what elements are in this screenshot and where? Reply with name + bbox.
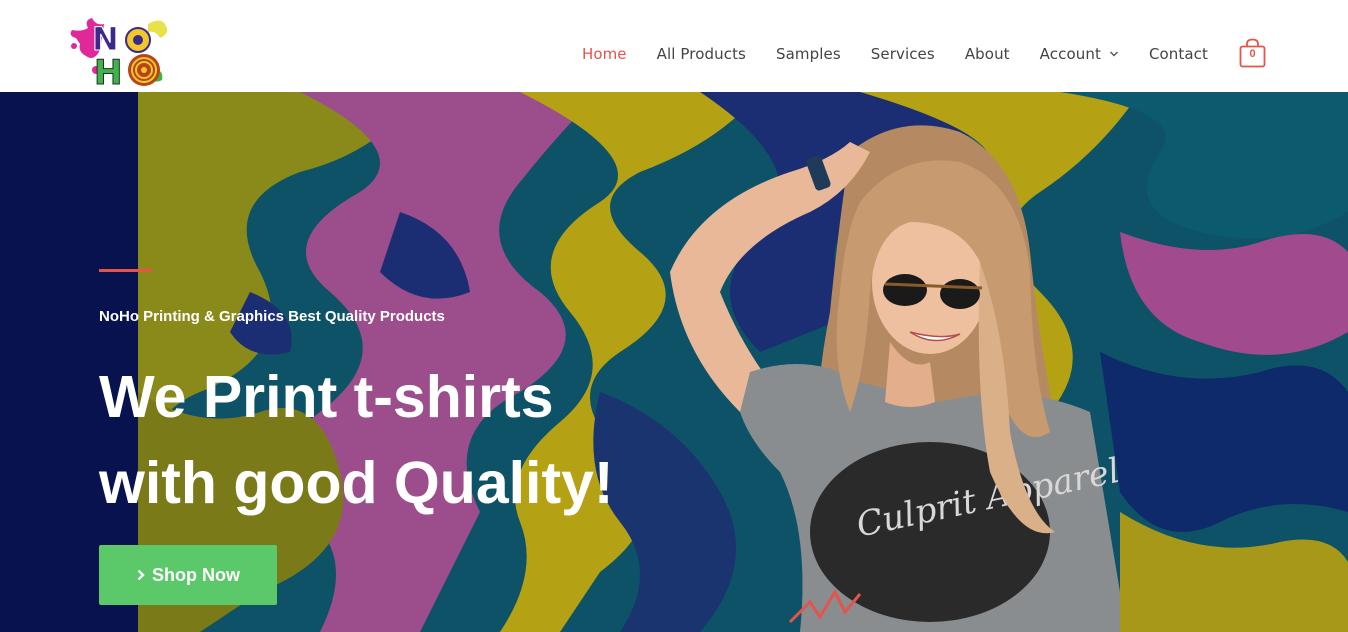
hero-headline-line1: We Print t-shirts	[99, 364, 554, 430]
hero-model-image: Culprit Apparel	[670, 125, 1123, 632]
chevron-right-icon	[137, 569, 145, 581]
hero-subtitle: NoHo Printing & Graphics Best Quality Pr…	[99, 308, 445, 325]
nav-samples[interactable]: Samples	[776, 45, 841, 63]
nav-about[interactable]: About	[965, 45, 1010, 63]
nav-account[interactable]: Account	[1040, 45, 1119, 63]
shop-now-button[interactable]: Shop Now	[99, 545, 277, 605]
cart-count: 0	[1249, 48, 1256, 60]
hero-section: Culprit Apparel NoHo Printing & Graphics…	[0, 92, 1348, 632]
nav-home[interactable]: Home	[582, 45, 627, 63]
accent-divider	[99, 269, 152, 272]
hero-headline: We Print t-shirts with good Quality!	[99, 354, 659, 526]
svg-text:H: H	[94, 53, 122, 90]
cart-button[interactable]: 0	[1239, 38, 1266, 68]
nav-account-label: Account	[1039, 45, 1101, 63]
nav-services[interactable]: Services	[871, 45, 935, 63]
chevron-down-icon	[1109, 51, 1118, 57]
nav-all-products[interactable]: All Products	[657, 45, 746, 63]
noho-logo[interactable]: N H	[66, 10, 174, 90]
nav-contact[interactable]: Contact	[1149, 45, 1208, 63]
site-header: N H Home All Products Samples Services A…	[0, 0, 1348, 92]
shop-now-label: Shop Now	[152, 564, 240, 585]
hero-headline-line2: with good Quality!	[99, 450, 614, 516]
